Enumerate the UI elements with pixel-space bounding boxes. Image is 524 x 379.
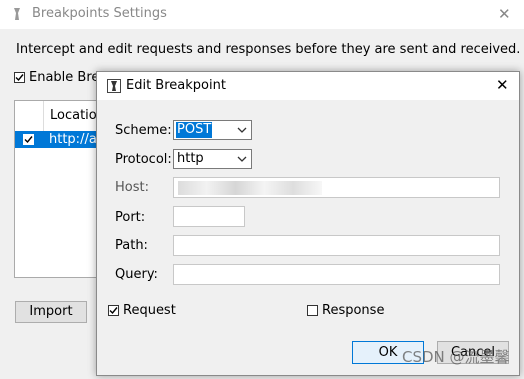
edit-breakpoint-dialog: Edit Breakpoint ✕ Scheme: POST Protocol:… — [96, 71, 520, 376]
host-label: Host: — [115, 180, 149, 195]
port-field[interactable] — [173, 206, 245, 227]
bg-close-icon[interactable]: ✕ — [498, 5, 511, 23]
scheme-label: Scheme: — [115, 123, 172, 138]
checkbox-icon — [307, 305, 318, 316]
row-checkbox[interactable] — [23, 134, 34, 145]
checkbox-icon — [108, 305, 119, 316]
bg-titlebar: Breakpoints Settings ✕ — [0, 0, 524, 29]
import-button[interactable]: Import — [15, 301, 87, 323]
host-field[interactable] — [173, 177, 500, 198]
port-label: Port: — [115, 210, 146, 225]
query-field[interactable] — [173, 264, 500, 285]
watermark: CSDN @流墨馨 — [402, 348, 510, 366]
request-checkbox[interactable]: Request — [108, 303, 176, 318]
enable-label: Enable Bre — [29, 70, 100, 85]
bg-description: Intercept and edit requests and response… — [16, 42, 521, 57]
scheme-select[interactable]: POST — [173, 120, 252, 140]
redacted-host-value — [178, 181, 322, 195]
bg-window-title: Breakpoints Settings — [32, 6, 167, 21]
path-field[interactable] — [173, 235, 500, 256]
enable-breakpoints-checkbox[interactable]: Enable Bre — [14, 70, 99, 85]
protocol-select[interactable]: http — [173, 149, 252, 169]
chevron-down-icon — [237, 127, 247, 133]
query-label: Query: — [115, 267, 158, 282]
app-icon — [107, 79, 121, 93]
protocol-value: http — [177, 151, 204, 166]
path-label: Path: — [115, 238, 148, 253]
request-label: Request — [123, 303, 176, 318]
protocol-label: Protocol: — [115, 152, 172, 167]
app-icon — [14, 8, 20, 20]
chevron-down-icon — [237, 156, 247, 162]
response-checkbox[interactable]: Response — [307, 303, 384, 318]
response-label: Response — [322, 303, 385, 318]
dialog-titlebar: Edit Breakpoint ✕ — [97, 72, 519, 100]
dialog-title: Edit Breakpoint — [126, 78, 226, 93]
checkbox-icon — [14, 72, 25, 83]
close-icon[interactable]: ✕ — [496, 76, 509, 94]
scheme-value: POST — [176, 122, 213, 138]
